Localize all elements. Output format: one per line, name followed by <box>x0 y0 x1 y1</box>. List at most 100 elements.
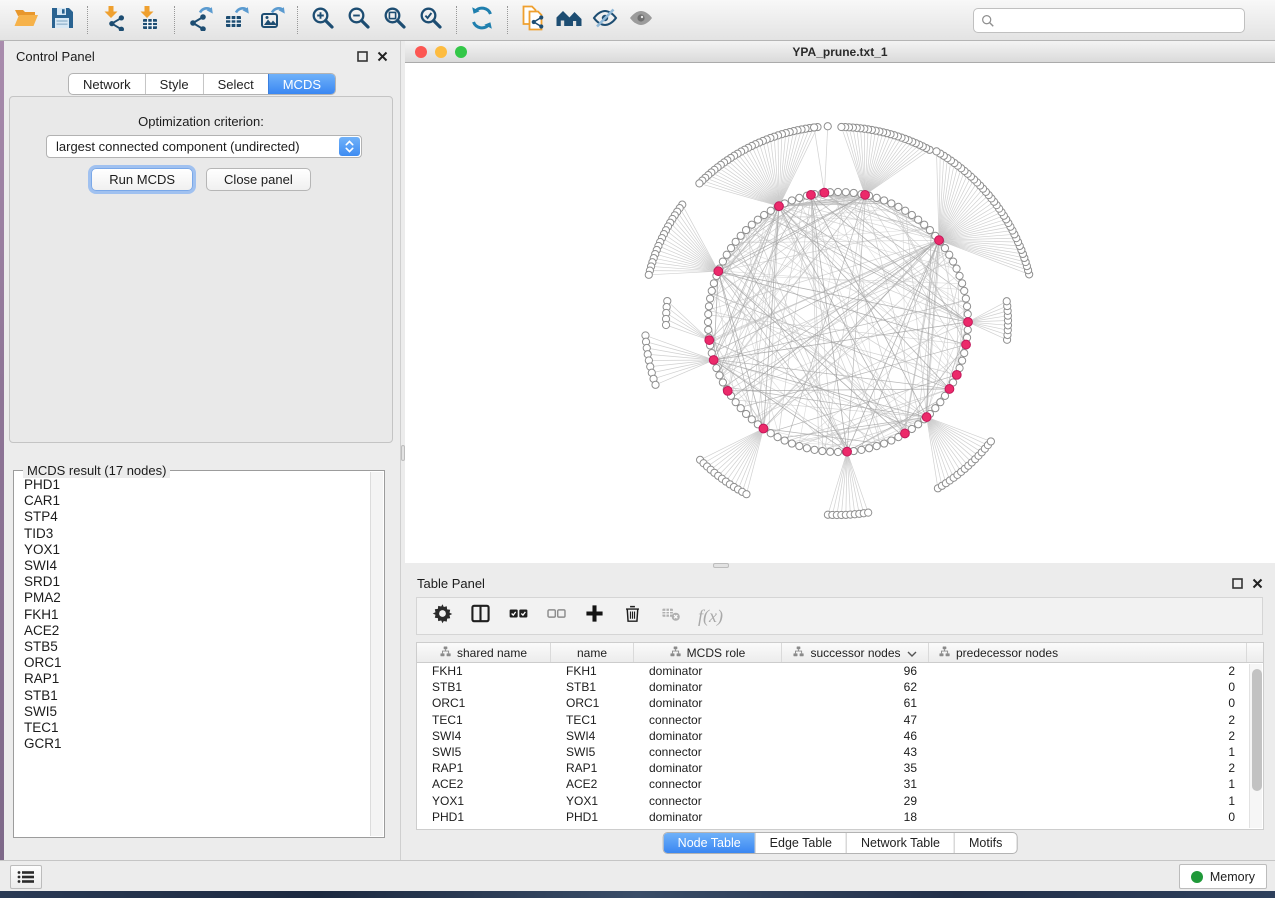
graph-node[interactable] <box>742 226 749 233</box>
graph-node[interactable] <box>748 416 755 423</box>
graph-node[interactable] <box>950 258 957 265</box>
graph-node[interactable] <box>908 211 915 218</box>
graph-node[interactable] <box>953 265 960 272</box>
table-row[interactable]: YOX1YOX1connector291 <box>417 793 1248 809</box>
graph-node[interactable] <box>732 399 739 406</box>
cell-successor-nodes[interactable]: 35 <box>782 761 929 775</box>
gear-button[interactable] <box>432 603 453 629</box>
table-row[interactable]: SWI5SWI5connector431 <box>417 744 1248 760</box>
cell-successor-nodes[interactable]: 62 <box>782 680 929 694</box>
table-row[interactable]: RAP1RAP1dominator352 <box>417 760 1248 776</box>
open-file-button[interactable] <box>8 3 44 37</box>
graph-mcds-node[interactable] <box>945 385 954 394</box>
cell-name[interactable]: YOX1 <box>551 794 634 808</box>
hide-panel-button[interactable] <box>587 3 623 37</box>
graph-node[interactable] <box>732 238 739 245</box>
deselect-all-button[interactable] <box>546 603 567 629</box>
graph-mcds-node[interactable] <box>964 318 973 327</box>
graph-node[interactable] <box>767 207 774 214</box>
mcds-result-item[interactable]: RAP1 <box>24 671 366 687</box>
graph-node[interactable] <box>796 194 803 201</box>
cell-mcds-role[interactable]: dominator <box>634 761 782 775</box>
cell-predecessor-nodes[interactable]: 0 <box>929 680 1247 694</box>
table-row[interactable]: ACE2ACE2connector311 <box>417 776 1248 792</box>
clone-network-button[interactable] <box>515 3 551 37</box>
close-panel-button[interactable]: Close panel <box>206 168 311 191</box>
import-network-button[interactable] <box>95 3 131 37</box>
graph-node[interactable] <box>781 437 788 444</box>
graph-mcds-node[interactable] <box>861 190 870 199</box>
cell-successor-nodes[interactable]: 46 <box>782 729 929 743</box>
graph-mcds-node[interactable] <box>723 386 732 395</box>
mcds-result-item[interactable]: SWI5 <box>24 704 366 720</box>
graph-mcds-node[interactable] <box>922 413 931 422</box>
cell-successor-nodes[interactable]: 96 <box>782 664 929 678</box>
graph-node[interactable] <box>880 197 887 204</box>
graph-node[interactable] <box>902 207 909 214</box>
graph-mcds-node[interactable] <box>952 370 961 379</box>
cell-name[interactable]: TEC1 <box>551 713 634 727</box>
graph-mcds-node[interactable] <box>759 424 768 433</box>
graph-node[interactable] <box>748 221 755 228</box>
graph-leaf-node[interactable] <box>1003 298 1010 305</box>
column-header-name[interactable]: name <box>551 643 634 662</box>
graph-node[interactable] <box>803 445 810 452</box>
table-row[interactable]: TEC1TEC1connector472 <box>417 712 1248 728</box>
graph-node[interactable] <box>716 372 723 379</box>
graph-node[interactable] <box>723 251 730 258</box>
graph-node[interactable] <box>959 357 966 364</box>
cell-mcds-role[interactable]: connector <box>634 745 782 759</box>
graph-node[interactable] <box>956 272 963 279</box>
graph-node[interactable] <box>707 295 714 302</box>
graph-leaf-node[interactable] <box>987 438 994 445</box>
graph-node[interactable] <box>713 364 720 371</box>
mcds-result-item[interactable]: FKH1 <box>24 607 366 623</box>
export-image-button[interactable] <box>254 3 290 37</box>
table-row[interactable]: SWI4SWI4dominator462 <box>417 728 1248 744</box>
table-scrollbar-thumb[interactable] <box>1252 669 1262 791</box>
tab-network-table[interactable]: Network Table <box>846 833 954 853</box>
graph-node[interactable] <box>880 440 887 447</box>
cell-name[interactable]: PHD1 <box>551 810 634 824</box>
float-panel-icon[interactable] <box>357 51 368 62</box>
graph-node[interactable] <box>834 448 841 455</box>
graph-node[interactable] <box>788 197 795 204</box>
mcds-result-item[interactable]: CAR1 <box>24 493 366 509</box>
graph-node[interactable] <box>963 303 970 310</box>
tab-select[interactable]: Select <box>203 74 268 94</box>
cell-predecessor-nodes[interactable]: 1 <box>929 745 1247 759</box>
cell-shared-name[interactable]: ACE2 <box>417 777 551 791</box>
zoom-out-button[interactable] <box>341 3 377 37</box>
graph-node[interactable] <box>754 216 761 223</box>
graph-node[interactable] <box>959 280 966 287</box>
cell-successor-nodes[interactable]: 43 <box>782 745 929 759</box>
columns-button[interactable] <box>470 603 491 629</box>
graph-node[interactable] <box>842 189 849 196</box>
mcds-result-item[interactable]: STB5 <box>24 639 366 655</box>
cell-successor-nodes[interactable]: 29 <box>782 794 929 808</box>
graph-node[interactable] <box>796 443 803 450</box>
save-session-button[interactable] <box>44 3 80 37</box>
graph-node[interactable] <box>774 434 781 441</box>
tab-mcds[interactable]: MCDS <box>268 74 335 94</box>
column-header-MCDS-role[interactable]: MCDS role <box>634 643 782 662</box>
graph-node[interactable] <box>710 280 717 287</box>
graph-node[interactable] <box>737 232 744 239</box>
cell-mcds-role[interactable]: dominator <box>634 696 782 710</box>
mcds-result-item[interactable]: YOX1 <box>24 542 366 558</box>
graph-node[interactable] <box>788 440 795 447</box>
zoom-selected-button[interactable] <box>413 3 449 37</box>
graph-mcds-node[interactable] <box>935 236 944 245</box>
graph-leaf-node[interactable] <box>662 321 669 328</box>
graph-node[interactable] <box>705 326 712 333</box>
cell-name[interactable]: RAP1 <box>551 761 634 775</box>
graph-leaf-node[interactable] <box>811 124 818 131</box>
graph-node[interactable] <box>704 318 711 325</box>
column-header-successor-nodes[interactable]: successor nodes <box>782 643 929 662</box>
cell-predecessor-nodes[interactable]: 2 <box>929 664 1247 678</box>
table-row[interactable]: FKH1FKH1dominator962 <box>417 663 1248 679</box>
graph-leaf-node[interactable] <box>933 148 940 155</box>
graph-leaf-node[interactable] <box>696 180 703 187</box>
graph-node[interactable] <box>946 251 953 258</box>
graph-node[interactable] <box>915 421 922 428</box>
